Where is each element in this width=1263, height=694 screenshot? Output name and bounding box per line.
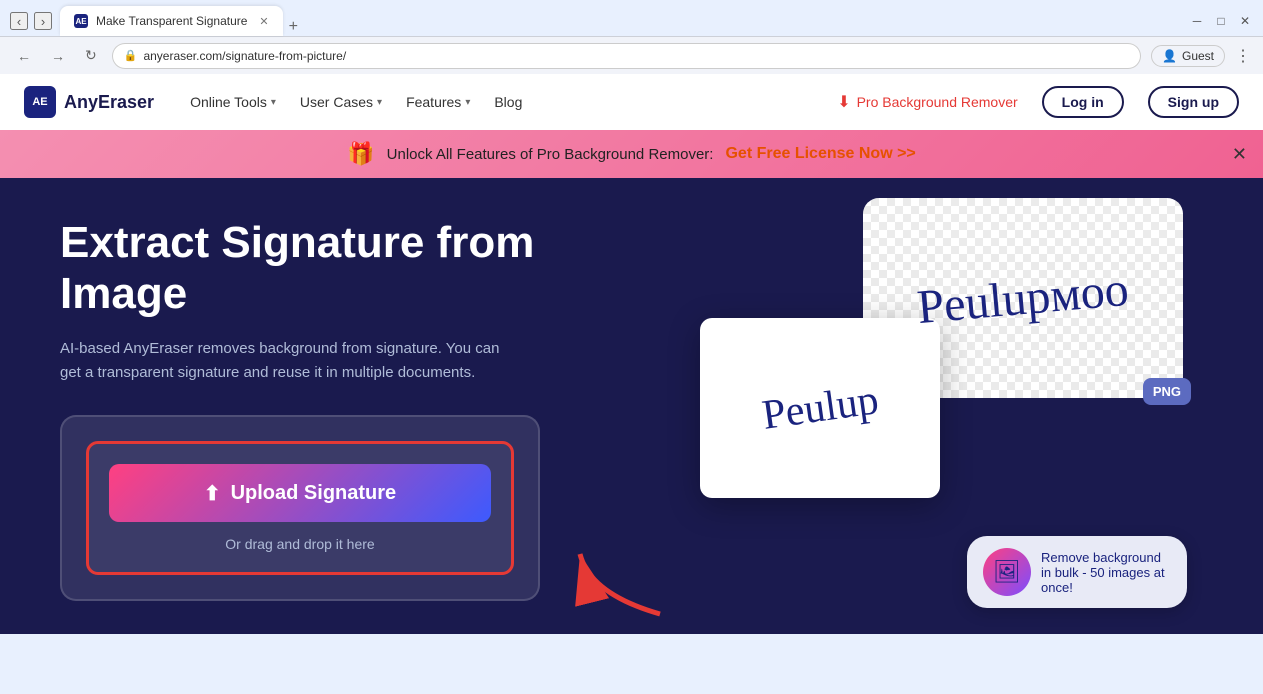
tab-favicon: AE	[74, 14, 88, 28]
address-bar: ← → ↻ 🔒 anyeraser.com/signature-from-pic…	[0, 36, 1263, 74]
upload-area: ⬆ Upload Signature Or drag and drop it h…	[60, 415, 540, 601]
forward-btn[interactable]: →	[46, 45, 70, 67]
nav-online-tools[interactable]: Online Tools ▾	[190, 94, 276, 110]
url-text: anyeraser.com/signature-from-picture/	[143, 49, 346, 63]
online-tools-label: Online Tools	[190, 94, 267, 110]
bulk-popup[interactable]: 🖼 Remove background in bulk - 50 images …	[967, 536, 1187, 608]
hero-title: Extract Signature from Image	[60, 218, 600, 319]
login-btn[interactable]: Log in	[1042, 86, 1124, 118]
logo-icon: AE	[24, 86, 56, 118]
nav-pro-btn[interactable]: ⬇ Pro Background Remover	[837, 92, 1017, 112]
new-tab-btn[interactable]: +	[289, 18, 298, 36]
url-box[interactable]: 🔒 anyeraser.com/signature-from-picture/	[112, 43, 1141, 69]
features-label: Features	[406, 94, 461, 110]
nav-features[interactable]: Features ▾	[406, 94, 470, 110]
hero-left: Extract Signature from Image AI-based An…	[60, 218, 600, 601]
signup-btn[interactable]: Sign up	[1148, 86, 1239, 118]
promo-banner: 🎁 Unlock All Features of Pro Background …	[0, 130, 1263, 178]
hero-right: Рeulupмoo PNG Рeulup 🖼 Remove background…	[640, 198, 1203, 618]
tab-list: AE Make Transparent Signature ✕ +	[60, 6, 298, 36]
close-btn[interactable]: ✕	[1237, 13, 1253, 29]
logo[interactable]: AE AnyEraser	[24, 86, 154, 118]
logo-text: AnyEraser	[64, 92, 154, 113]
navbar: AE AnyEraser Online Tools ▾ User Cases ▾…	[0, 74, 1263, 130]
browser-chrome: ‹ › AE Make Transparent Signature ✕ + ─ …	[0, 0, 1263, 74]
pro-label: Pro Background Remover	[857, 94, 1018, 110]
nav-blog[interactable]: Blog	[494, 94, 522, 110]
tab-close-btn[interactable]: ✕	[259, 15, 268, 28]
gift-icon: 🎁	[347, 141, 374, 167]
drag-drop-text: Or drag and drop it here	[109, 536, 491, 552]
download-icon: ⬇	[837, 92, 850, 112]
banner-text: Unlock All Features of Pro Background Re…	[387, 146, 714, 163]
signature-text-original: Рeulup	[759, 376, 881, 440]
profile-label: Guest	[1182, 49, 1214, 63]
tab-forward-btn[interactable]: ›	[34, 12, 52, 30]
upload-signature-btn[interactable]: ⬆ Upload Signature	[109, 464, 491, 522]
back-btn[interactable]: ←	[12, 45, 36, 67]
png-badge: PNG	[1143, 378, 1191, 405]
tab-back-btn[interactable]: ‹	[10, 12, 28, 30]
window-controls: ─ □ ✕	[1189, 13, 1253, 29]
online-tools-arrow: ▾	[271, 97, 276, 108]
website: AE AnyEraser Online Tools ▾ User Cases ▾…	[0, 74, 1263, 634]
bulk-icon: 🖼	[983, 548, 1031, 596]
banner-close-btn[interactable]: ✕	[1232, 144, 1247, 165]
url-secure-icon: 🔒	[124, 49, 138, 62]
features-arrow: ▾	[465, 97, 470, 108]
banner-link[interactable]: Get Free License Now >>	[725, 145, 915, 163]
hero-subtitle: AI-based AnyEraser removes background fr…	[60, 337, 520, 385]
maximize-btn[interactable]: □	[1213, 13, 1229, 29]
hero-section: Extract Signature from Image AI-based An…	[0, 178, 1263, 634]
title-bar: ‹ › AE Make Transparent Signature ✕ + ─ …	[0, 0, 1263, 36]
minimize-btn[interactable]: ─	[1189, 13, 1205, 29]
more-options-btn[interactable]: ⋮	[1235, 46, 1251, 66]
upload-icon: ⬆	[204, 481, 221, 506]
refresh-btn[interactable]: ↻	[80, 44, 102, 67]
nav-user-cases[interactable]: User Cases ▾	[300, 94, 382, 110]
signature-original-card: Рeulup	[700, 318, 940, 498]
upload-btn-label: Upload Signature	[231, 482, 397, 505]
user-cases-label: User Cases	[300, 94, 373, 110]
active-tab[interactable]: AE Make Transparent Signature ✕	[60, 6, 283, 36]
bulk-text: Remove background in bulk - 50 images at…	[1041, 550, 1171, 595]
tab-title: Make Transparent Signature	[96, 14, 247, 28]
upload-box[interactable]: ⬆ Upload Signature Or drag and drop it h…	[86, 441, 514, 575]
user-cases-arrow: ▾	[377, 97, 382, 108]
profile-btn[interactable]: 👤 Guest	[1151, 45, 1225, 67]
tab-controls: ‹ ›	[10, 12, 52, 30]
profile-icon: 👤	[1162, 49, 1177, 63]
